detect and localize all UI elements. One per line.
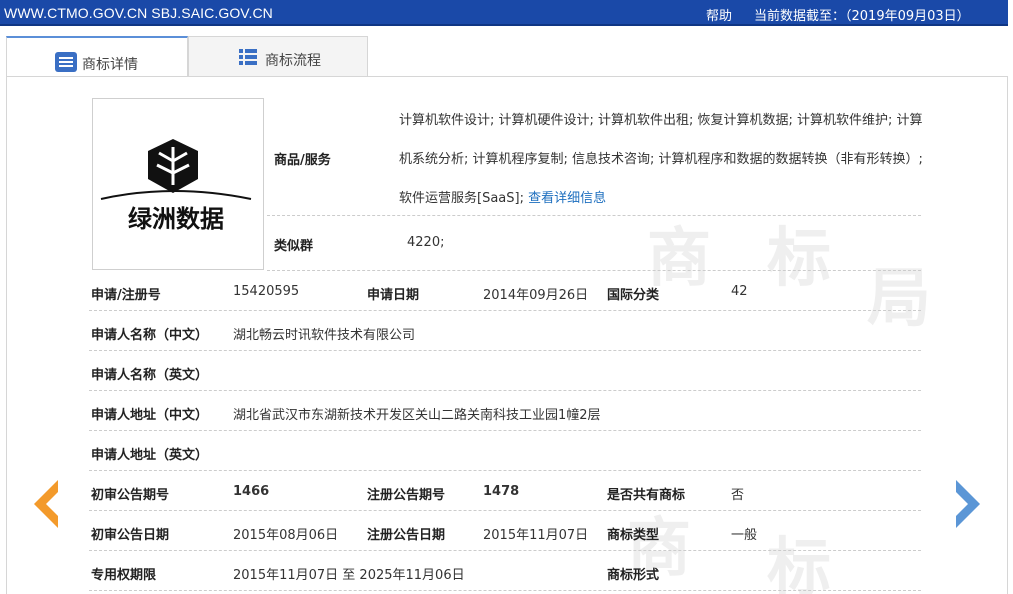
applicant-cn-label: 申请人名称（中文） [91, 328, 209, 343]
reg-no-value: 15420595 [233, 284, 300, 299]
shared-value: 否 [731, 488, 745, 503]
tm-type-value: 一般 [731, 528, 758, 543]
view-details-link[interactable]: 查看详细信息 [528, 191, 606, 206]
help-link[interactable]: 帮助 [706, 5, 732, 24]
logo-text: 绿洲数据 [128, 205, 224, 233]
tab-strip: 商标详情 商标流程 [6, 36, 1008, 77]
trademark-image: 绿洲数据 [92, 98, 264, 270]
reg-issue-label: 注册公告期号 [367, 488, 446, 503]
applicant-en-label: 申请人名称（英文） [91, 368, 209, 383]
exclusive-label: 专用权期限 [91, 568, 157, 583]
data-as-of: 当前数据截至：（2019年09月03日） [754, 9, 970, 24]
reg-date-value: 2015年11月07日 [483, 528, 589, 543]
trademark-logo-mark: 绿洲数据 [100, 139, 252, 233]
row-exclusive-period: 专用权期限 2015年11月07日 至 2025年11月06日 商标形式 [89, 551, 921, 591]
prelim-date-label: 初审公告日期 [91, 528, 170, 543]
row-announcement-issue: 初审公告期号 1466 注册公告期号 1478 是否共有商标 否 [89, 471, 921, 511]
prelim-issue-value: 1466 [233, 484, 270, 499]
prelim-date-value: 2015年08月06日 [233, 528, 339, 543]
tab-label: 商标流程 [265, 53, 321, 69]
goods-services-value: 计算机软件设计; 计算机硬件设计; 计算机软件出租; 恢复计算机数据; 计算机软… [399, 101, 924, 218]
applicant-cn-value: 湖北畅云时讯软件技术有限公司 [233, 328, 416, 343]
tab-trademark-flow[interactable]: 商标流程 [188, 36, 368, 77]
detail-panel: 商 标 局 商 标 绿洲数据 商品/服务 计算机软件设计; 计算机硬件设计; 计… [6, 76, 1008, 594]
intl-class-label: 国际分类 [607, 288, 660, 303]
list-icon [55, 52, 77, 72]
reg-date-label: 注册公告日期 [367, 528, 446, 543]
goods-services-text: 计算机软件设计; 计算机硬件设计; 计算机软件出租; 恢复计算机数据; 计算机软… [399, 113, 923, 206]
address-cn-label: 申请人地址（中文） [91, 408, 209, 423]
grid-list-icon [239, 49, 257, 65]
intl-class-value: 42 [731, 284, 748, 299]
site-url: WWW.CTMO.GOV.CN SBJ.SAIC.GOV.CN [4, 5, 273, 21]
chevron-left-icon [34, 480, 58, 528]
similar-group-label: 类似群 [274, 239, 314, 254]
tm-type-label: 商标类型 [607, 528, 660, 543]
next-arrow-button[interactable] [950, 480, 990, 528]
apply-date-label: 申请日期 [367, 288, 420, 303]
reg-no-label: 申请/注册号 [91, 288, 161, 303]
row-address-cn: 申请人地址（中文） 湖北省武汉市东湖新技术开发区关山二路关南科技工业园1幢2层 [89, 391, 921, 431]
exclusive-value: 2015年11月07日 至 2025年11月06日 [233, 568, 465, 583]
similar-group-value: 4220; [407, 235, 445, 250]
tm-form-label: 商标形式 [607, 568, 660, 583]
reg-issue-value: 1478 [483, 484, 520, 499]
row-applicant-cn: 申请人名称（中文） 湖北畅云时讯软件技术有限公司 [89, 311, 921, 351]
row-registration: 申请/注册号 15420595 申请日期 2014年09月26日 国际分类 42 [89, 271, 921, 311]
address-cn-value: 湖北省武汉市东湖新技术开发区关山二路关南科技工业园1幢2层 [233, 408, 601, 423]
row-applicant-en: 申请人名称（英文） [89, 351, 921, 391]
address-en-label: 申请人地址（英文） [91, 448, 209, 463]
apply-date-value: 2014年09月26日 [483, 288, 589, 303]
goods-services-label: 商品/服务 [274, 153, 331, 168]
chevron-right-icon [956, 480, 980, 528]
shared-label: 是否共有商标 [607, 488, 686, 503]
top-bar: WWW.CTMO.GOV.CN SBJ.SAIC.GOV.CN 帮助 当前数据截… [0, 0, 1008, 26]
prelim-issue-label: 初审公告期号 [91, 488, 170, 503]
previous-arrow-button[interactable] [24, 480, 64, 528]
row-announcement-date: 初审公告日期 2015年08月06日 注册公告日期 2015年11月07日 商标… [89, 511, 921, 551]
tab-trademark-detail[interactable]: 商标详情 [6, 36, 188, 77]
divider [267, 215, 921, 216]
row-address-en: 申请人地址（英文） [89, 431, 921, 471]
tab-label: 商标详情 [82, 57, 138, 73]
